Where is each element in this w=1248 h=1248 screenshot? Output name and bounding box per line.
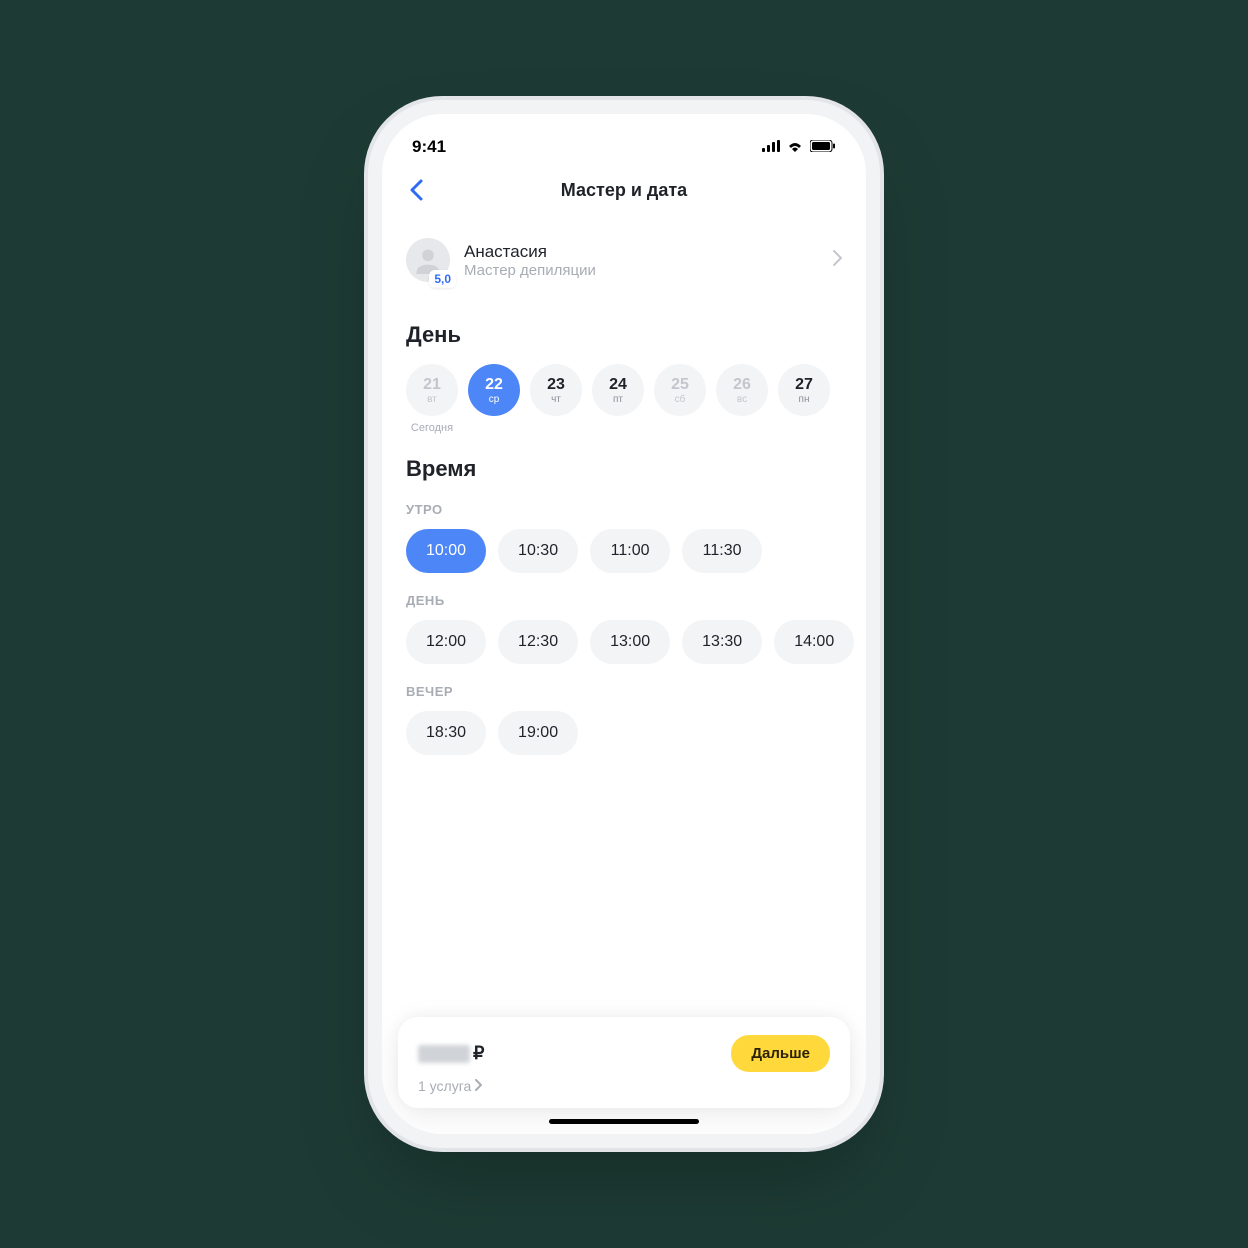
day-wrap: 23чт bbox=[530, 364, 582, 434]
day-section-title: День bbox=[406, 322, 842, 348]
time-section-title: Время bbox=[406, 456, 842, 482]
screen: 9:41 Мастер и дата bbox=[382, 114, 866, 1134]
day-22[interactable]: 22ср bbox=[468, 364, 520, 416]
time-slots-row: 10:00 10:30 11:00 11:30 bbox=[406, 529, 842, 573]
summary-row[interactable]: 1 услуга bbox=[418, 1078, 830, 1094]
status-bar: 9:41 bbox=[382, 114, 866, 166]
time-slots-row: 12:0012:3013:0013:3014:00 bbox=[406, 620, 842, 664]
price: ₽ bbox=[418, 1043, 484, 1064]
master-row[interactable]: 5,0 Анастасия Мастер депиляции bbox=[406, 228, 842, 300]
cellular-icon bbox=[762, 137, 780, 157]
master-text: Анастасия Мастер депиляции bbox=[464, 242, 819, 279]
time-group-label: УТРО bbox=[406, 502, 842, 517]
nav-bar: Мастер и дата bbox=[382, 166, 866, 214]
day-wrap: 22ср bbox=[468, 364, 520, 434]
time-group-label: ВЕЧЕР bbox=[406, 684, 842, 699]
battery-icon bbox=[810, 137, 836, 157]
day-dow: сб bbox=[675, 394, 686, 405]
next-button[interactable]: Дальше bbox=[731, 1035, 830, 1072]
rating-badge: 5,0 bbox=[429, 270, 456, 288]
price-amount-redacted bbox=[418, 1045, 470, 1063]
day-num: 24 bbox=[609, 376, 627, 394]
status-time: 9:41 bbox=[412, 137, 446, 157]
day-24[interactable]: 24пт bbox=[592, 364, 644, 416]
time-slot-14-00[interactable]: 14:00 bbox=[774, 620, 854, 664]
bottom-sheet: ₽ Дальше 1 услуга bbox=[398, 1017, 850, 1108]
sheet-top-row: ₽ Дальше bbox=[418, 1035, 830, 1072]
day-26: 26вс bbox=[716, 364, 768, 416]
day-21: 21вт bbox=[406, 364, 458, 416]
time-slot-12-00[interactable]: 12:00 bbox=[406, 620, 486, 664]
time-slot-11-00[interactable]: 11:00 bbox=[590, 529, 670, 573]
time-groups: УТРО 10:00 10:30 11:00 11:30 ДЕНЬ 12:00 12:30 13… bbox=[406, 502, 842, 755]
time-slot-10-00[interactable]: 10:00 bbox=[406, 529, 486, 573]
time-slot-11-30[interactable]: 11:30 bbox=[682, 529, 762, 573]
next-button-label: Дальше bbox=[751, 1045, 810, 1062]
day-dow: чт bbox=[551, 394, 561, 405]
day-num: 21 bbox=[423, 376, 441, 394]
day-dow: вт bbox=[427, 394, 437, 405]
time-slot-12-30[interactable]: 12:30 bbox=[498, 620, 578, 664]
home-indicator bbox=[549, 1119, 699, 1124]
day-wrap: 27пн bbox=[778, 364, 830, 434]
time-slot-13-00[interactable]: 13:00 bbox=[590, 620, 670, 664]
day-dow: вс bbox=[737, 394, 747, 405]
back-button[interactable] bbox=[396, 170, 436, 210]
status-icons bbox=[762, 137, 836, 157]
day-23[interactable]: 23чт bbox=[530, 364, 582, 416]
today-label: Сегодня bbox=[411, 422, 453, 434]
time-slot-10-30[interactable]: 10:30 bbox=[498, 529, 578, 573]
day-wrap: 25сб bbox=[654, 364, 706, 434]
day-dow: пт bbox=[613, 394, 623, 405]
day-num: 22 bbox=[485, 376, 503, 394]
day-num: 25 bbox=[671, 376, 689, 394]
day-num: 23 bbox=[547, 376, 565, 394]
day-dow: пн bbox=[799, 394, 810, 405]
price-currency: ₽ bbox=[473, 1043, 484, 1064]
page-title: Мастер и дата bbox=[561, 180, 687, 201]
chevron-right-icon bbox=[475, 1078, 482, 1094]
day-wrap: 26вс bbox=[716, 364, 768, 434]
day-25: 25сб bbox=[654, 364, 706, 416]
day-num: 26 bbox=[733, 376, 751, 394]
chevron-right-icon bbox=[833, 250, 842, 271]
master-role: Мастер депиляции bbox=[464, 262, 819, 279]
phone-frame: 9:41 Мастер и дата bbox=[382, 114, 866, 1134]
wifi-icon bbox=[786, 137, 804, 157]
time-slot-18-30[interactable]: 18:30 bbox=[406, 711, 486, 755]
avatar-wrap: 5,0 bbox=[406, 238, 450, 282]
time-slots-row: 18:30 19:00 bbox=[406, 711, 842, 755]
day-num: 27 bbox=[795, 376, 813, 394]
day-wrap: 24пт bbox=[592, 364, 644, 434]
content: 5,0 Анастасия Мастер депиляции День 21вт… bbox=[382, 214, 866, 1134]
time-group-label: ДЕНЬ bbox=[406, 593, 842, 608]
time-slot-13-30[interactable]: 13:30 bbox=[682, 620, 762, 664]
day-wrap: 21вт Сегодня bbox=[406, 364, 458, 434]
master-name: Анастасия bbox=[464, 242, 819, 262]
days-row: 21втСегодня22ср23чт24пт25сб26вс27пн bbox=[406, 364, 842, 434]
summary-text: 1 услуга bbox=[418, 1078, 471, 1094]
day-dow: ср bbox=[489, 394, 500, 405]
time-slot-19-00[interactable]: 19:00 bbox=[498, 711, 578, 755]
day-27[interactable]: 27пн bbox=[778, 364, 830, 416]
